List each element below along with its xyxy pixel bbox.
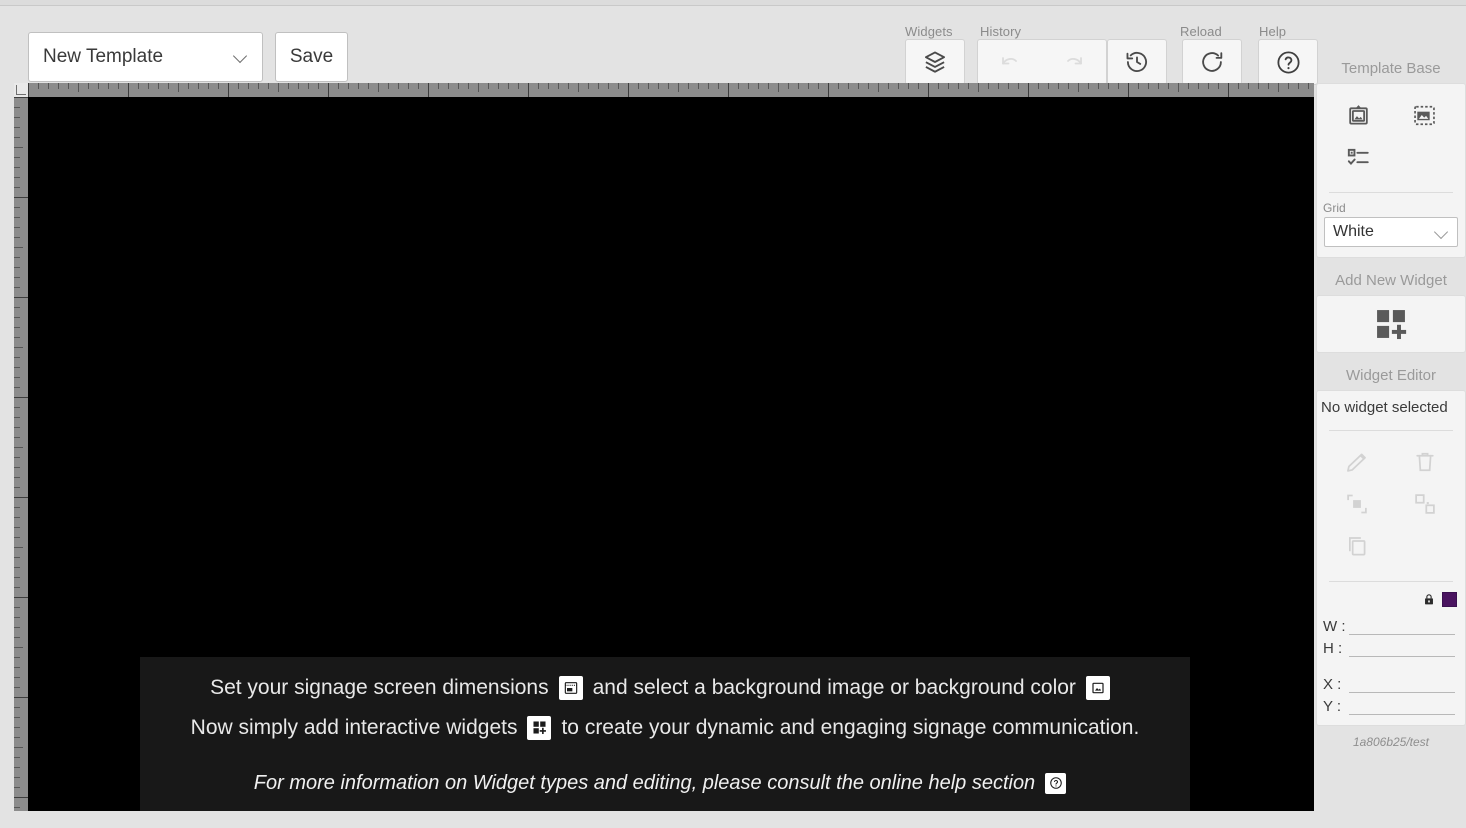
- send-to-back-button[interactable]: [1391, 483, 1459, 525]
- widget-editor-title: Widget Editor: [1345, 367, 1437, 384]
- bring-to-front-button[interactable]: [1323, 483, 1391, 525]
- canvas-intro-message: Set your signage screen dimensions and s…: [140, 657, 1190, 811]
- widget-editor-divider-bottom: [1329, 581, 1453, 582]
- screen-dimensions-icon[interactable]: [558, 676, 583, 701]
- chevron-down-icon: [1433, 227, 1449, 237]
- undo-button[interactable]: [978, 39, 1042, 85]
- field-row-x: X :: [1323, 671, 1455, 693]
- x-input[interactable]: [1349, 676, 1455, 693]
- lock-closed-icon[interactable]: [1422, 592, 1436, 607]
- toolbar: New Template Save Widgets History Reload…: [0, 6, 1466, 85]
- grid-select-value: White: [1333, 223, 1374, 240]
- intro-line-1-text-b: and select a background image or backgro…: [592, 676, 1076, 700]
- grid-select[interactable]: White: [1324, 217, 1458, 247]
- intro-line-2: Now simply add interactive widgets to cr…: [190, 713, 1140, 743]
- help-button[interactable]: [1258, 39, 1318, 85]
- duplicate-copy-icon: [1344, 533, 1370, 559]
- duplicate-widget-button[interactable]: [1323, 525, 1391, 567]
- field-label-x: X :: [1323, 676, 1342, 693]
- reload-icon: [1199, 49, 1225, 75]
- template-base-icons: [1317, 84, 1465, 184]
- widget-actions-spacer: [1391, 525, 1459, 567]
- grid-label: Grid: [1323, 201, 1346, 215]
- redo-button[interactable]: [1042, 39, 1106, 85]
- field-label-h: H :: [1323, 640, 1343, 657]
- help-group-label: Help: [1259, 24, 1287, 39]
- background-image-icon[interactable]: [1085, 676, 1110, 701]
- widget-editor-panel: No widget selected W: H: X: Y:: [1316, 390, 1466, 726]
- widget-editor-actions: [1317, 439, 1465, 573]
- edit-widget-button[interactable]: [1323, 441, 1391, 483]
- y-input[interactable]: [1349, 698, 1455, 715]
- version-label: 1a806b25/test: [1352, 735, 1430, 749]
- intro-line-3-text: For more information on Widget types and…: [253, 771, 1036, 794]
- history-restore-button[interactable]: [1107, 39, 1167, 85]
- widget-lock-color-row: [1317, 590, 1465, 611]
- widgets-button[interactable]: [905, 39, 965, 85]
- chevron-down-icon: [234, 50, 248, 64]
- template-base-divider: [1329, 192, 1453, 193]
- undo-icon: [998, 50, 1022, 74]
- reload-group-label: Reload: [1180, 24, 1222, 39]
- checklist-icon[interactable]: [1325, 136, 1391, 178]
- signage-canvas[interactable]: Set your signage screen dimensions and s…: [28, 97, 1314, 811]
- layers-icon: [922, 49, 948, 75]
- template-base-panel: Grid White: [1316, 83, 1466, 258]
- right-sidebar: Template Base Grid White Add New Widget …: [1316, 60, 1466, 828]
- reload-button[interactable]: [1182, 39, 1242, 85]
- vertical-ruler[interactable]: [14, 97, 28, 811]
- add-widget-grid-icon: [1372, 305, 1410, 343]
- bring-to-front-icon: [1344, 491, 1370, 517]
- edit-pencil-icon: [1344, 449, 1370, 475]
- framed-picture-icon[interactable]: [1325, 94, 1391, 136]
- delete-widget-button[interactable]: [1391, 441, 1459, 483]
- help-circle-icon: [1275, 49, 1302, 76]
- add-new-widget-panel: [1316, 295, 1466, 353]
- field-label-w: W :: [1323, 618, 1346, 635]
- template-select[interactable]: New Template: [28, 32, 263, 82]
- intro-line-3: For more information on Widget types and…: [254, 769, 1076, 798]
- intro-line-1-text-a: Set your signage screen dimensions: [210, 676, 549, 700]
- widgets-group-label: Widgets: [905, 24, 953, 39]
- horizontal-ruler[interactable]: [28, 83, 1314, 97]
- history-restore-icon: [1124, 49, 1150, 75]
- widget-editor-divider-top: [1329, 430, 1453, 431]
- widget-color-swatch[interactable]: [1442, 592, 1457, 607]
- field-row-h: H :: [1323, 635, 1455, 657]
- field-label-y: Y :: [1323, 698, 1342, 715]
- save-button[interactable]: Save: [275, 32, 348, 82]
- template-base-title: Template Base: [1341, 60, 1441, 77]
- ruler-origin-corner: [14, 83, 28, 97]
- intro-line-2-text-a: Now simply add interactive widgets: [190, 715, 518, 739]
- field-row-w: W :: [1323, 613, 1455, 635]
- widget-dimension-fields: W : H : X : Y :: [1317, 611, 1465, 725]
- history-undo-redo-group: [977, 39, 1107, 85]
- add-widget-icon[interactable]: [527, 715, 552, 740]
- field-row-y: Y :: [1323, 693, 1455, 715]
- add-new-widget-title: Add New Widget: [1335, 272, 1447, 289]
- height-input[interactable]: [1349, 640, 1455, 657]
- help-circle-icon[interactable]: [1045, 772, 1067, 794]
- delete-trash-icon: [1412, 449, 1438, 475]
- width-input[interactable]: [1349, 618, 1455, 635]
- widget-editor-status: No widget selected: [1321, 399, 1448, 416]
- redo-icon: [1062, 50, 1086, 74]
- intro-line-2-text-b: to create your dynamic and engaging sign…: [561, 715, 1140, 739]
- background-crop-icon[interactable]: [1391, 94, 1457, 136]
- template-select-value: New Template: [43, 46, 164, 67]
- history-group-label: History: [980, 24, 1022, 39]
- add-new-widget-button[interactable]: [1317, 296, 1465, 352]
- send-to-back-icon: [1412, 491, 1438, 517]
- field-gap: [1323, 657, 1455, 671]
- intro-line-1: Set your signage screen dimensions and s…: [210, 673, 1120, 703]
